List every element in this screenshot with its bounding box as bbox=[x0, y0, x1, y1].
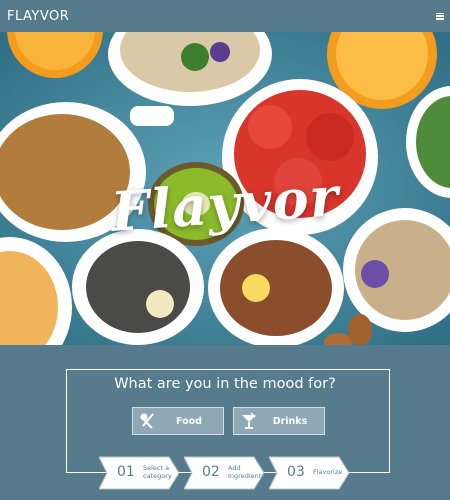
drinks-button-label: Drinks bbox=[272, 415, 308, 427]
step-number: 03 bbox=[287, 464, 305, 480]
hamburger-menu-icon[interactable] bbox=[436, 12, 444, 20]
cocktail-glass-icon bbox=[234, 408, 264, 434]
step-label: Add Ingredients bbox=[228, 464, 265, 480]
step-number: 01 bbox=[117, 464, 135, 480]
step-flavorize[interactable]: 03 Flavorize bbox=[269, 456, 349, 490]
step-label: Select a category bbox=[143, 464, 172, 480]
food-button[interactable]: Food bbox=[132, 407, 224, 435]
step-select-category[interactable]: 01 Select a category bbox=[99, 456, 179, 490]
step-number: 02 bbox=[202, 464, 220, 480]
top-bar: FLAYVOR bbox=[0, 0, 450, 32]
step-label: Flavorize bbox=[313, 468, 343, 476]
fork-knife-icon bbox=[133, 408, 163, 434]
mood-question: What are you in the mood for? bbox=[114, 376, 336, 392]
step-add-ingredients[interactable]: 02 Add Ingredients bbox=[184, 456, 265, 490]
mood-section: What are you in the mood for? Food Drink… bbox=[0, 345, 450, 500]
hero-banner: Flayvor bbox=[0, 32, 450, 345]
logo[interactable]: FLAYVOR bbox=[7, 9, 69, 24]
drinks-button[interactable]: Drinks bbox=[233, 407, 325, 435]
food-button-label: Food bbox=[176, 415, 202, 427]
